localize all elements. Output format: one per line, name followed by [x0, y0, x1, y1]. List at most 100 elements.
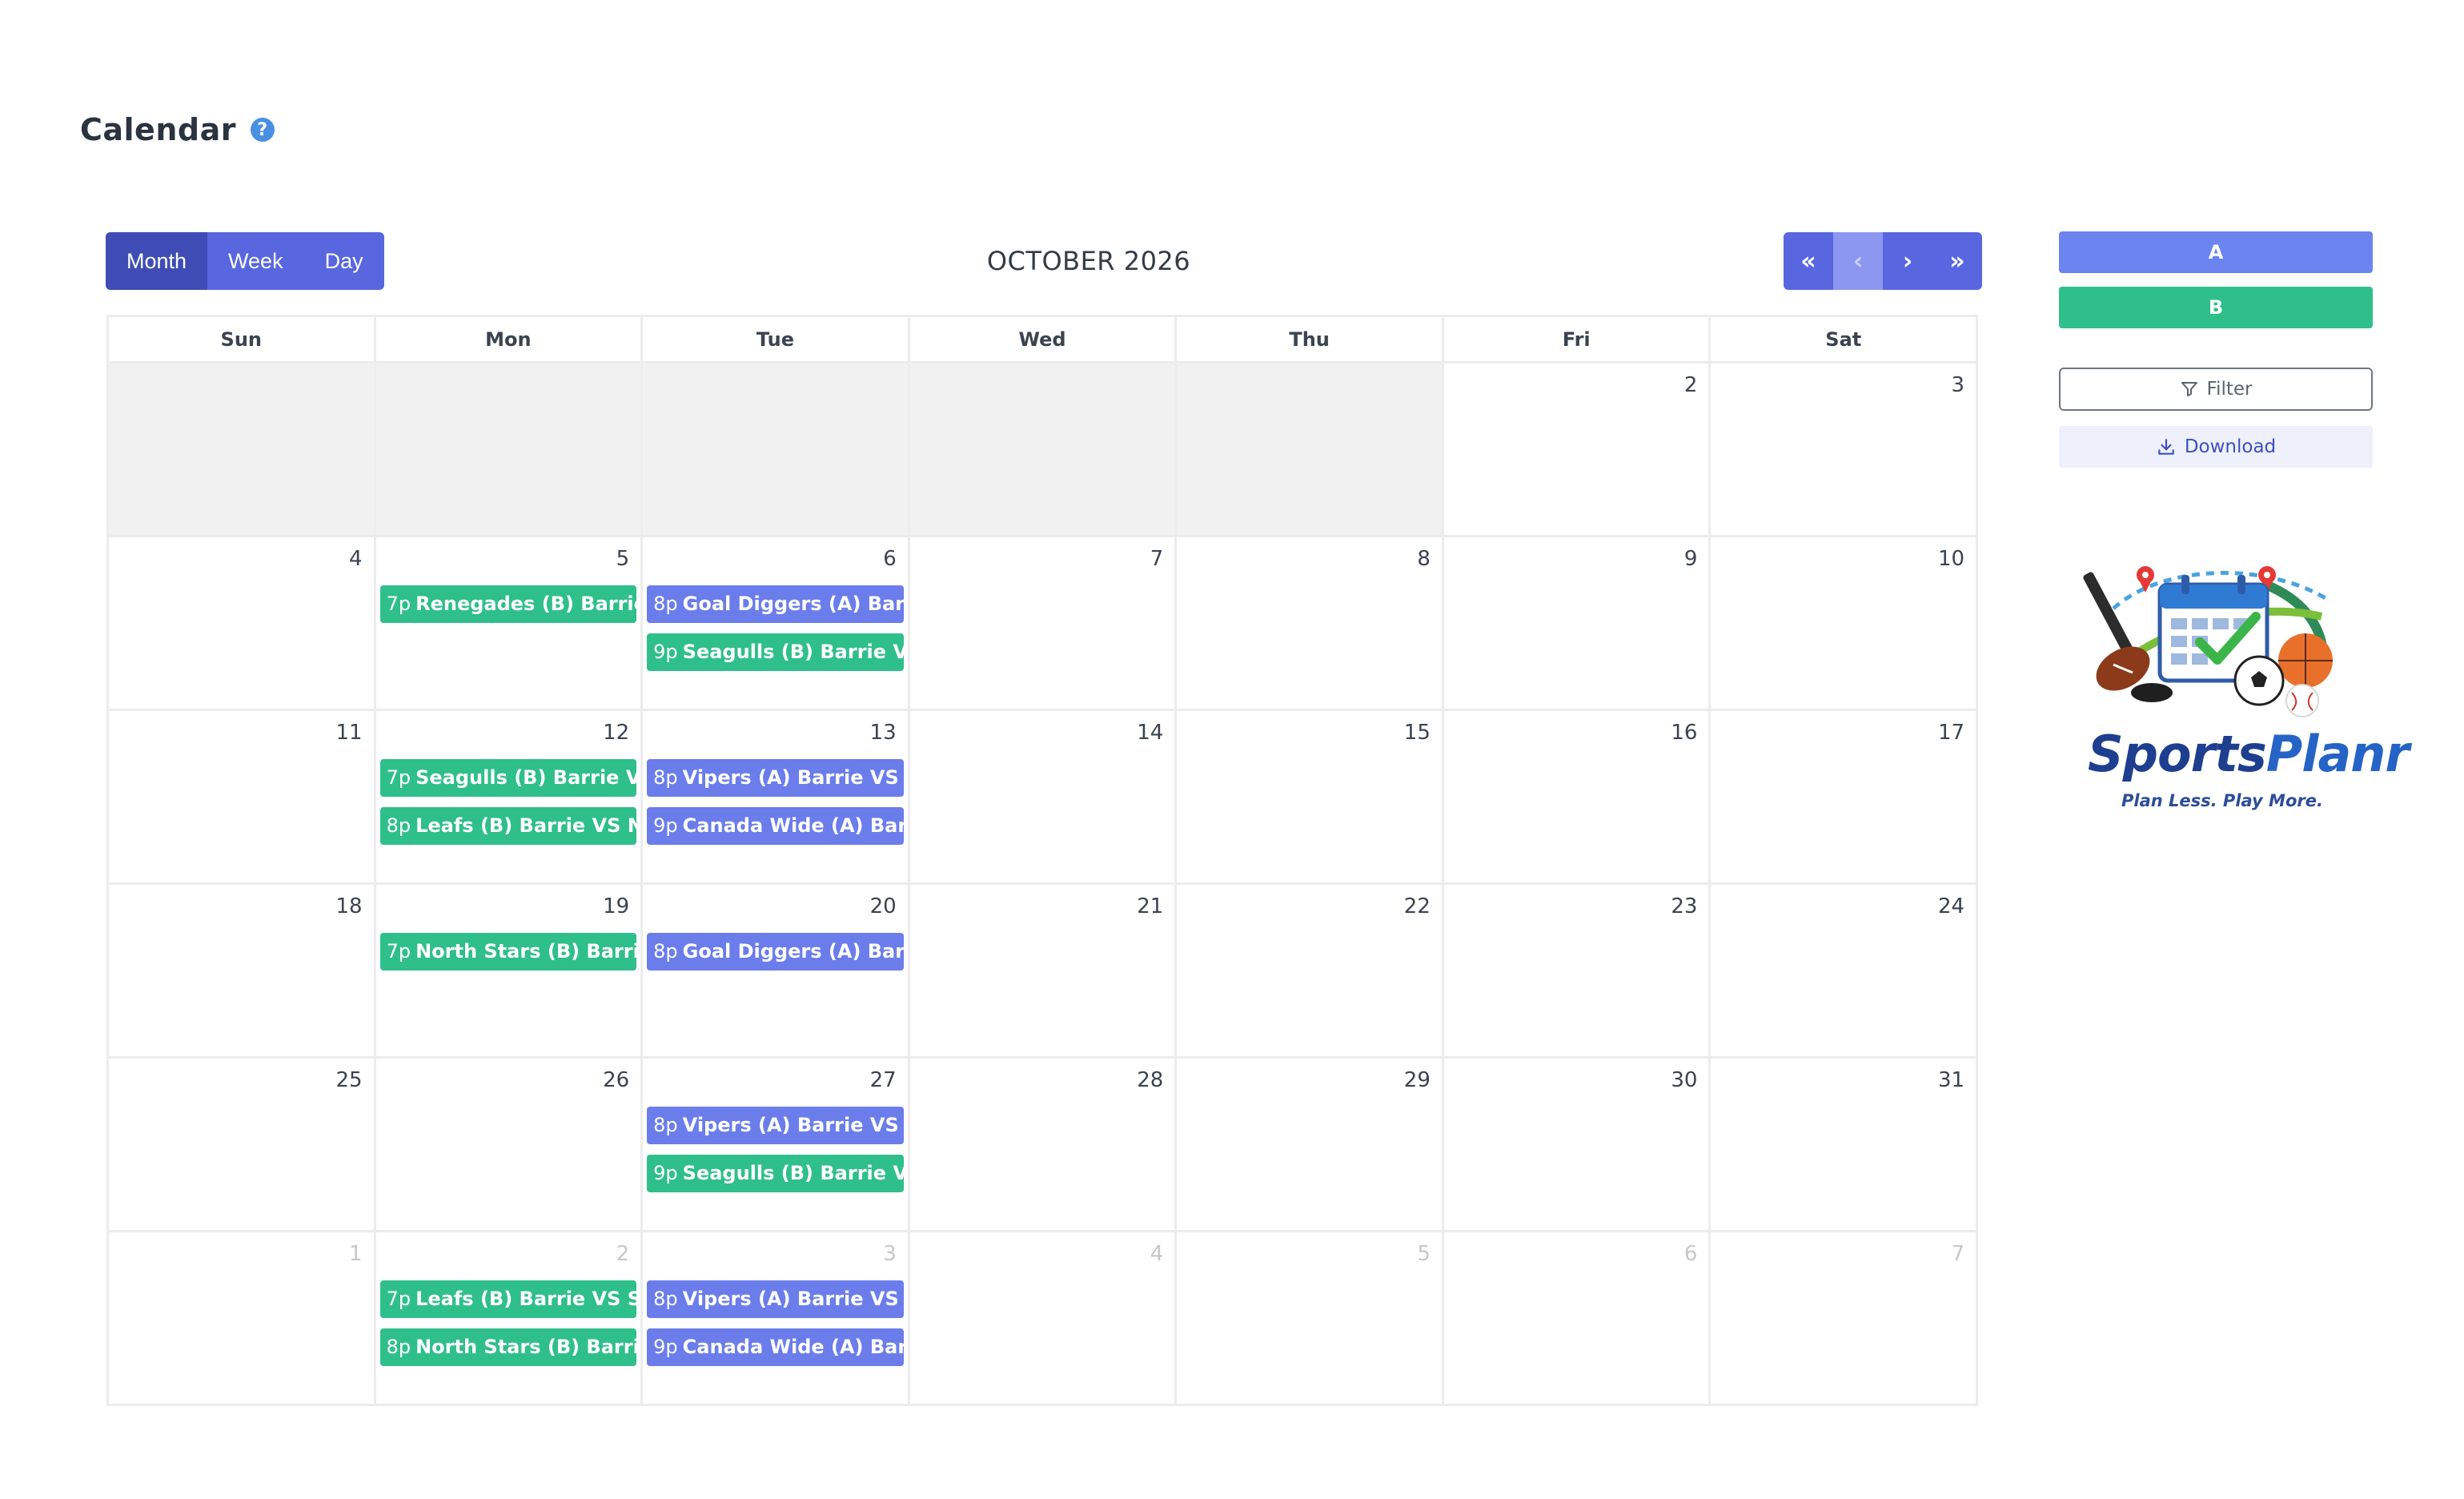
day-cell[interactable]: 18	[109, 885, 376, 1059]
day-number[interactable]: 16	[1671, 721, 1697, 745]
day-number[interactable]: 21	[1137, 894, 1163, 918]
day-number[interactable]: 31	[1938, 1068, 1964, 1092]
day-number[interactable]: 7	[1952, 1242, 1965, 1266]
calendar-event[interactable]: 8pVipers (A) Barrie VS Le	[647, 1107, 904, 1144]
day-cell[interactable]: 2	[1443, 364, 1712, 537]
day-cell[interactable]: 19 7pNorth Stars (B) Barrie V	[375, 885, 644, 1059]
day-number[interactable]: 7	[1150, 547, 1164, 571]
day-number[interactable]: 10	[1938, 547, 1964, 571]
help-icon[interactable]: ?	[250, 118, 275, 142]
day-cell[interactable]: 30	[1443, 1059, 1712, 1232]
day-cell[interactable]: 26	[375, 1059, 644, 1232]
day-cell[interactable]: 4	[109, 537, 376, 711]
day-cell[interactable]: 21	[909, 885, 1178, 1059]
day-cell[interactable]: 23	[1443, 885, 1712, 1059]
day-number[interactable]: 4	[1150, 1242, 1164, 1266]
legend-b-button[interactable]: B	[2059, 287, 2373, 328]
day-number[interactable]: 23	[1671, 894, 1697, 918]
calendar-event[interactable]: 9p Seagulls (B) Barrie VS	[647, 1155, 904, 1192]
day-cell[interactable]: 7	[1711, 1232, 1979, 1406]
day-cell[interactable]: 17	[1711, 711, 1979, 885]
day-cell[interactable]: 8	[1177, 537, 1444, 711]
day-number[interactable]: 28	[1137, 1068, 1163, 1092]
day-cell[interactable]: 22	[1177, 885, 1444, 1059]
week-view-button[interactable]: Week	[207, 232, 304, 290]
calendar-event[interactable]: 8pVipers (A) Barrie VS Go	[647, 1280, 904, 1318]
day-cell[interactable]: 9	[1443, 537, 1712, 711]
calendar-event[interactable]: 8pLeafs (B) Barrie VS Nor	[379, 807, 637, 845]
day-number[interactable]: 27	[870, 1068, 897, 1092]
day-number[interactable]: 22	[1404, 894, 1431, 918]
day-cell[interactable]: 15	[1177, 711, 1444, 885]
calendar-event[interactable]: 7p Seagulls (B) Barrie VS	[379, 759, 637, 797]
day-cell[interactable]: 25	[109, 1059, 376, 1232]
day-number[interactable]: 6	[1684, 1242, 1698, 1266]
day-number[interactable]: 2	[616, 1242, 630, 1266]
day-number[interactable]: 20	[870, 894, 897, 918]
day-cell[interactable]: 10	[1711, 537, 1979, 711]
day-cell[interactable]: 5	[1177, 1232, 1444, 1406]
day-cell[interactable]: 3 8pVipers (A) Barrie VS Go 9pCanada Wide …	[643, 1232, 910, 1406]
day-cell[interactable]: 14	[909, 711, 1178, 885]
day-number[interactable]: 14	[1137, 721, 1163, 745]
day-cell[interactable]: 2 7pLeafs (B) Barrie VS Sea 8pNorth Stars …	[375, 1232, 644, 1406]
calendar-event[interactable]: 8p North Stars (B) Barrie	[379, 1328, 637, 1366]
day-number[interactable]: 5	[616, 547, 630, 571]
day-cell[interactable]: 31	[1711, 1059, 1979, 1232]
day-number[interactable]: 26	[603, 1068, 629, 1092]
first-page-button[interactable]: «	[1784, 232, 1833, 290]
day-cell[interactable]: 13 8pVipers (A) Barrie VS Go 9pCanada Wide…	[643, 711, 910, 885]
day-number[interactable]: 17	[1938, 721, 1964, 745]
day-number[interactable]: 24	[1938, 894, 1964, 918]
day-number[interactable]: 8	[1417, 547, 1431, 571]
day-number[interactable]: 11	[335, 721, 362, 745]
filter-button[interactable]: Filter	[2059, 368, 2373, 411]
day-cell[interactable]: 7	[909, 537, 1178, 711]
day-number[interactable]: 2	[1684, 373, 1698, 397]
day-view-button[interactable]: Day	[304, 232, 384, 290]
day-cell[interactable]: 4	[909, 1232, 1178, 1406]
calendar-event[interactable]: 8pGoal Diggers (A) Barrie	[647, 933, 904, 971]
calendar-event[interactable]: 7pNorth Stars (B) Barrie V	[379, 933, 637, 971]
legend-a-button[interactable]: A	[2059, 231, 2373, 273]
day-number[interactable]: 4	[349, 547, 363, 571]
day-cell[interactable]: 16	[1443, 711, 1712, 885]
day-number[interactable]: 30	[1671, 1068, 1697, 1092]
day-cell[interactable]: 3	[1711, 364, 1979, 537]
day-cell[interactable]: 28	[909, 1059, 1178, 1232]
month-view-button[interactable]: Month	[106, 232, 208, 290]
day-number[interactable]: 25	[335, 1068, 362, 1092]
download-button[interactable]: Download	[2059, 426, 2373, 468]
day-number[interactable]: 15	[1404, 721, 1431, 745]
calendar-event[interactable]: 7pLeafs (B) Barrie VS Sea	[379, 1280, 637, 1318]
day-number[interactable]: 19	[603, 894, 629, 918]
day-number[interactable]: 3	[883, 1242, 897, 1266]
calendar-event[interactable]: 9p Canada Wide (A) Barr	[647, 807, 904, 845]
day-cell[interactable]: 11	[109, 711, 376, 885]
day-cell[interactable]: 20 8pGoal Diggers (A) Barrie	[643, 885, 910, 1059]
calendar-event[interactable]: 9p Canada Wide (A) Barr	[647, 1328, 904, 1366]
day-number[interactable]: 9	[1684, 547, 1698, 571]
day-number[interactable]: 12	[603, 721, 629, 745]
day-cell[interactable]: 6 8pGoal Diggers (A) Barrie 9pSeagulls (B)…	[643, 537, 910, 711]
day-cell[interactable]: 5 7pRenegades (B) Barrie VS	[375, 537, 644, 711]
day-number[interactable]: 5	[1417, 1242, 1431, 1266]
day-cell[interactable]: 12 7p Seagulls (B) Barrie VS 8p Leafs (B) Ba…	[375, 711, 644, 885]
day-cell[interactable]: 29	[1177, 1059, 1444, 1232]
day-cell[interactable]: 1	[109, 1232, 376, 1406]
day-number[interactable]: 3	[1952, 373, 1965, 397]
day-number[interactable]: 1	[349, 1242, 363, 1266]
next-month-button[interactable]: ›	[1883, 232, 1932, 290]
previous-month-button[interactable]: ‹	[1833, 232, 1883, 290]
day-number[interactable]: 13	[870, 721, 897, 745]
day-number[interactable]: 29	[1404, 1068, 1431, 1092]
calendar-event[interactable]: 7pRenegades (B) Barrie VS	[379, 585, 637, 623]
calendar-event[interactable]: 8pGoal Diggers (A) Barrie	[647, 585, 904, 623]
day-cell[interactable]: 6	[1443, 1232, 1712, 1406]
day-cell[interactable]: 24	[1711, 885, 1979, 1059]
day-number[interactable]: 18	[335, 894, 362, 918]
day-cell[interactable]: 27 8pVipers (A) Barrie VS Le 9pSeagulls (B…	[643, 1059, 910, 1232]
last-page-button[interactable]: »	[1932, 232, 1982, 290]
calendar-event[interactable]: 9p Seagulls (B) Barrie VS	[647, 633, 904, 671]
day-number[interactable]: 6	[883, 547, 897, 571]
